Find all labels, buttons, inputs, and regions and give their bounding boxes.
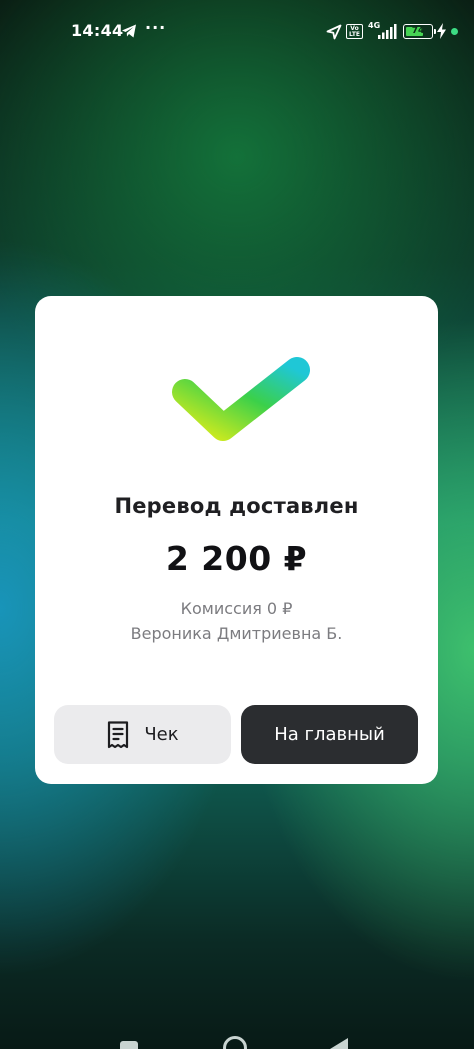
transfer-success-card: Перевод доставлен 2 200 ₽ Комиссия 0 ₽ В… xyxy=(35,296,438,784)
charging-icon xyxy=(437,23,446,39)
notification-dot xyxy=(451,28,458,35)
more-notifications-icon: ··· xyxy=(145,18,167,37)
status-time: 14:44 xyxy=(71,21,124,40)
recents-icon[interactable] xyxy=(120,1041,138,1049)
telegram-icon xyxy=(122,24,136,38)
receipt-icon xyxy=(108,720,129,748)
home-icon[interactable] xyxy=(223,1036,247,1049)
battery-level: 74 xyxy=(411,26,425,36)
success-check-icon xyxy=(172,357,310,441)
volte-badge: Vo LTE xyxy=(346,24,363,39)
transfer-status-title: Перевод доставлен xyxy=(114,494,359,518)
system-nav-bar xyxy=(0,1020,474,1049)
back-icon[interactable] xyxy=(330,1038,348,1049)
receipt-button[interactable]: Чек xyxy=(54,705,231,764)
receipt-button-label: Чек xyxy=(144,724,179,745)
transfer-amount: 2 200 ₽ xyxy=(165,539,308,578)
go-home-button-label: На главный xyxy=(274,724,385,745)
transfer-fee: Комиссия 0 ₽ xyxy=(180,599,293,618)
battery-tip xyxy=(434,29,436,34)
go-home-button[interactable]: На главный xyxy=(241,705,418,764)
signal-icon xyxy=(378,24,397,39)
battery-icon: 74 xyxy=(403,24,436,39)
status-bar: 14:44 ··· Vo LTE 4G 74 xyxy=(0,0,474,62)
recipient-name: Вероника Дмитриевна Б. xyxy=(130,624,343,643)
location-icon xyxy=(326,24,342,40)
